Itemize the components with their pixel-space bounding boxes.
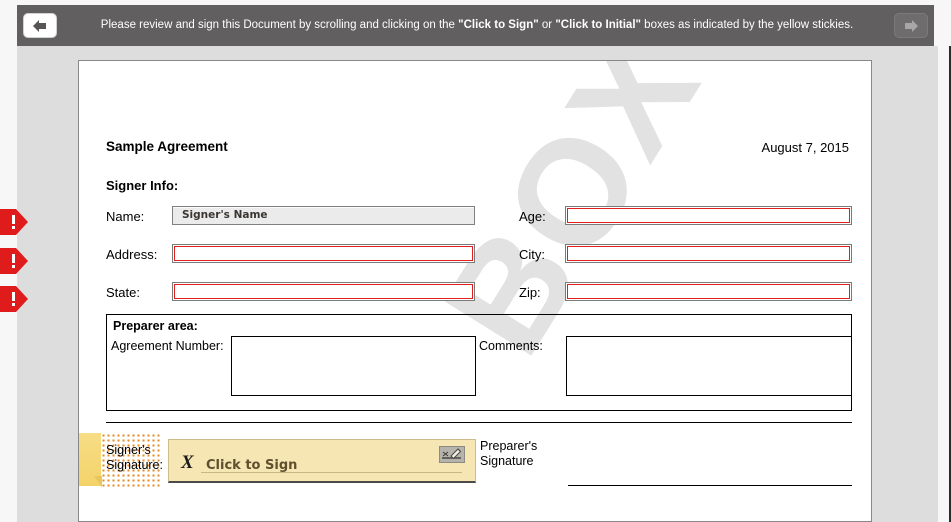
label-state: State:: [106, 285, 140, 300]
label-name: Name:: [106, 209, 145, 224]
signature-divider: [106, 422, 852, 423]
preparer-area-title: Preparer area:: [113, 319, 198, 333]
instruction-banner: Please review and sign this Document by …: [17, 5, 934, 46]
input-state[interactable]: [172, 282, 475, 301]
instruction-text-middle: or: [538, 19, 556, 31]
viewer-right-edge: [938, 46, 951, 522]
input-zip[interactable]: [565, 282, 852, 301]
document-date: August 7, 2015: [761, 140, 849, 155]
label-agreement-number: Agreement Number:: [111, 339, 224, 353]
label-city: City:: [519, 247, 545, 262]
agreement-document: Sample Agreement August 7, 2015 Signer I…: [79, 61, 871, 521]
required-field-marker-2[interactable]: [0, 248, 28, 274]
label-signer-signature: Signer's Signature:: [106, 443, 163, 473]
label-signer-signature-line1: Signer's: [106, 443, 151, 457]
signature-pad-icon: [439, 446, 465, 463]
alert-arrow-icon: [0, 209, 28, 235]
alert-arrow-icon: [0, 286, 28, 312]
label-preparer-signature: Preparer's Signature: [480, 439, 537, 469]
input-agreement-number[interactable]: [231, 336, 476, 396]
alert-arrow-icon: [0, 248, 28, 274]
input-age[interactable]: [565, 206, 852, 225]
instruction-text-after: boxes as indicated by the yellow stickie…: [640, 19, 854, 31]
click-to-sign-label: Click to Sign: [206, 458, 298, 473]
input-name[interactable]: Signer's Name: [172, 206, 475, 225]
instruction-strong-initial: "Click to Initial": [555, 19, 641, 31]
label-address: Address:: [106, 247, 158, 262]
arrow-right-icon: [905, 20, 918, 32]
document-title: Sample Agreement: [106, 139, 228, 154]
click-to-sign-button[interactable]: X Click to Sign: [168, 439, 476, 483]
previous-button[interactable]: [23, 13, 57, 38]
signature-underline: [201, 472, 462, 473]
label-comments: Comments:: [479, 339, 543, 353]
next-button[interactable]: [894, 13, 928, 38]
document-page: BOX Sample Agreement August 7, 2015 Sign…: [78, 60, 872, 522]
arrow-left-icon: [33, 20, 46, 32]
required-field-marker-1[interactable]: [0, 209, 28, 235]
input-city[interactable]: [565, 244, 852, 263]
label-signer-signature-line2: Signature:: [106, 458, 163, 472]
label-zip: Zip:: [519, 285, 541, 300]
label-preparer-signature-line2: Signature: [480, 454, 534, 468]
input-address[interactable]: [172, 244, 475, 263]
label-age: Age:: [519, 209, 546, 224]
required-field-marker-3[interactable]: [0, 286, 28, 312]
signature-x-mark: X: [181, 452, 194, 473]
instruction-text: Please review and sign this Document by …: [87, 5, 867, 46]
signer-info-heading: Signer Info:: [106, 178, 179, 193]
document-signing-app: Please review and sign this Document by …: [0, 0, 951, 522]
instruction-strong-sign: "Click to Sign": [458, 19, 539, 31]
instruction-text-before: Please review and sign this Document by …: [100, 19, 459, 31]
preparer-signature-line: [568, 485, 852, 486]
label-preparer-signature-line1: Preparer's: [480, 439, 538, 453]
input-comments[interactable]: [566, 336, 852, 396]
input-name-value: Signer's Name: [182, 209, 268, 221]
